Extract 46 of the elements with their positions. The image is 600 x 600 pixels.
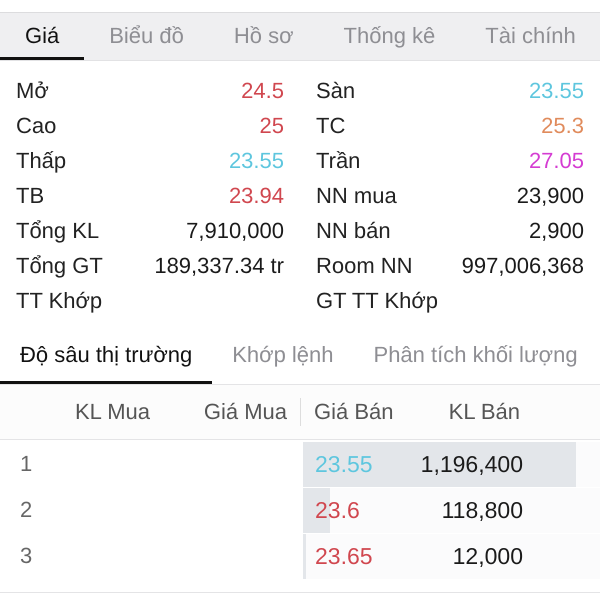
stat-value: 24.5: [241, 78, 284, 104]
column-header: KL Mua: [74, 399, 150, 425]
tab[interactable]: Biểu đồ: [84, 13, 209, 60]
stat-label: NN mua: [316, 182, 397, 208]
stat-label: NN bán: [316, 218, 391, 244]
tab[interactable]: Giá: [0, 13, 84, 60]
depth-tab[interactable]: Phân tích khối lượng: [354, 328, 598, 384]
stat-label: Room NN: [316, 252, 413, 278]
stat-label: TT Khớp: [16, 288, 102, 314]
ask-volume: 1,196,400: [420, 450, 523, 478]
stat-value: 2,900: [528, 218, 584, 244]
ask-volume: 118,800: [442, 496, 523, 524]
depth-tab[interactable]: Khớp lệnh: [212, 328, 354, 384]
row-number: 1: [19, 451, 34, 477]
column-header: KL Bán: [448, 399, 520, 425]
row-number: 3: [19, 543, 34, 569]
stat-label: Thấp: [16, 148, 66, 174]
stat-label: TC: [316, 112, 346, 138]
stat-value: 23.94: [228, 182, 284, 208]
stat-value: 25.3: [541, 112, 584, 138]
stat-label: Trần: [316, 148, 360, 174]
ask-price: 23.55: [315, 450, 373, 478]
stat-value: 25: [260, 112, 284, 138]
stat-label: Tổng GT: [16, 252, 103, 278]
stat-value: 189,337.34 tr: [154, 252, 284, 278]
stat-value: 27.05: [528, 148, 584, 174]
ask-price: 23.6: [315, 496, 360, 524]
stat-label: TB: [16, 182, 44, 208]
column-header: Giá Bán: [314, 399, 394, 425]
stat-label: Cao: [16, 112, 56, 138]
row-number: 2: [19, 497, 34, 523]
stat-value: 23.55: [228, 148, 284, 174]
column-header: Giá Mua: [204, 399, 287, 425]
ask-volume: 12,000: [452, 542, 523, 570]
stat-label: GT TT Khớp: [316, 288, 438, 314]
stat-value: 23.55: [528, 78, 584, 104]
stat-label: Mở: [16, 78, 49, 104]
tab[interactable]: Tài chính: [460, 13, 600, 60]
stat-label: Sàn: [316, 78, 356, 104]
tab[interactable]: Hồ sơ: [208, 13, 319, 60]
stat-value: 997,006,368: [462, 252, 584, 278]
ask-price: 23.65: [315, 542, 373, 570]
stat-value: 7,910,000: [186, 218, 284, 244]
stat-value: 23,900: [516, 182, 584, 208]
stat-label: Tổng KL: [16, 218, 100, 244]
tab[interactable]: Thống kê: [318, 13, 460, 60]
